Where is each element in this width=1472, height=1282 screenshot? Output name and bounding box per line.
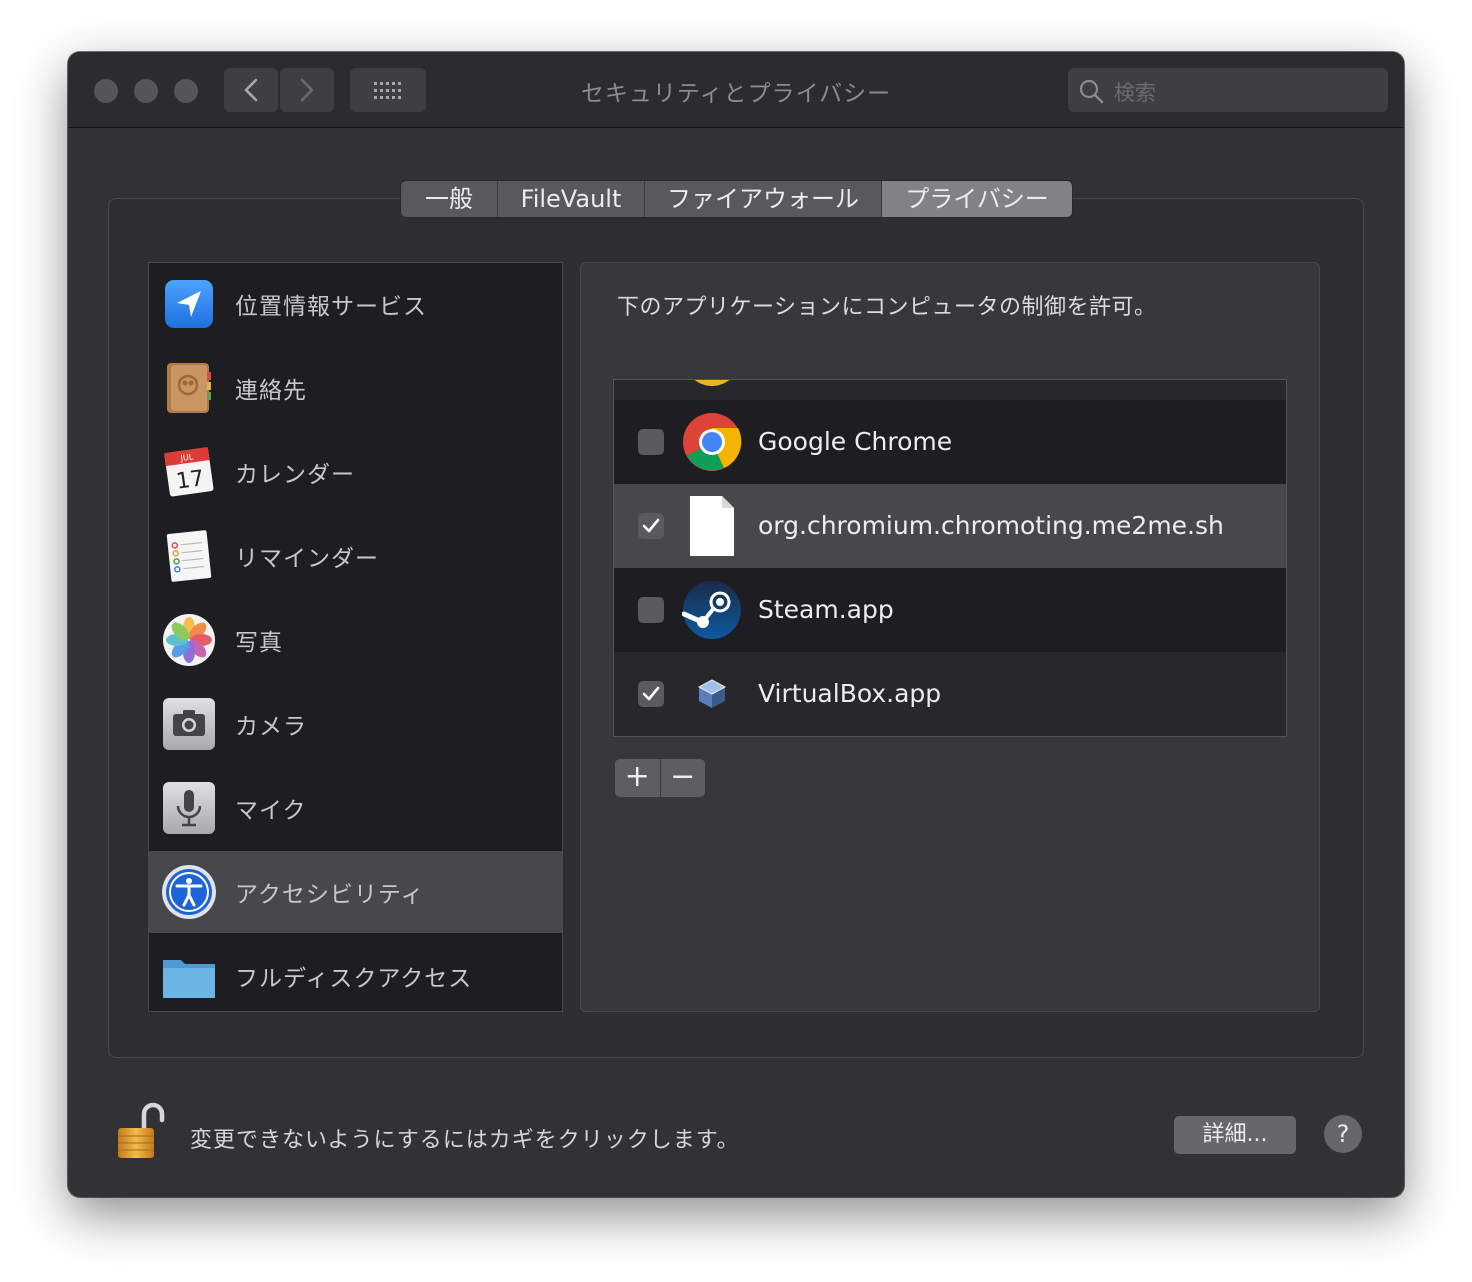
folder-icon <box>163 960 215 998</box>
photos-icon <box>163 614 215 666</box>
sidebar-item-reminders[interactable]: リマインダー <box>149 515 562 597</box>
sidebar-item-camera[interactable]: カメラ <box>149 683 562 765</box>
preferences-window: セキュリティとプライバシー 検索 一般 FileVault ファイアウォール プ… <box>68 52 1404 1197</box>
checkmark-icon <box>642 686 660 701</box>
privacy-category-list[interactable]: 位置情報サービス 連絡先 JUL 17 カレンダー リマインダー 写真 カメラ … <box>148 262 563 1012</box>
add-app-button[interactable]: + <box>615 759 661 797</box>
sidebar-item-accessibility[interactable]: アクセシビリティ <box>149 851 562 933</box>
help-button[interactable]: ? <box>1324 1115 1362 1153</box>
advanced-button[interactable]: 詳細... <box>1174 1116 1296 1154</box>
app-row-chromoting[interactable]: org.chromium.chromoting.me2me.sh <box>614 484 1286 568</box>
unlocked-padlock-icon[interactable] <box>108 1096 174 1162</box>
checkbox-chromoting[interactable] <box>638 513 664 539</box>
app-row-google-chrome[interactable]: Google Chrome <box>614 400 1286 484</box>
tab-filevault[interactable]: FileVault <box>498 181 645 217</box>
add-remove-control: + − <box>615 759 705 797</box>
checkbox-google-chrome[interactable] <box>638 429 664 455</box>
checkbox-virtualbox[interactable] <box>638 681 664 707</box>
calendar-day: 17 <box>175 466 206 495</box>
document-icon <box>690 496 734 556</box>
list-item-partial <box>614 380 1286 400</box>
lock-instruction-text: 変更できないようにするにはカギをクリックします。 <box>190 1128 740 1153</box>
app-icon-partial <box>694 380 730 386</box>
sidebar-item-photos[interactable]: 写真 <box>149 599 562 681</box>
tab-privacy[interactable]: プライバシー <box>882 181 1072 217</box>
calendar-icon: JUL 17 <box>164 447 214 497</box>
microphone-icon <box>163 782 215 834</box>
search-placeholder: 検索 <box>1114 81 1156 105</box>
reminders-icon <box>166 530 212 582</box>
camera-icon <box>163 698 215 750</box>
tab-bar: 一般 FileVault ファイアウォール プライバシー <box>400 180 1073 218</box>
sidebar-item-microphone[interactable]: マイク <box>149 767 562 849</box>
checkbox-steam[interactable] <box>638 597 664 623</box>
tab-firewall[interactable]: ファイアウォール <box>645 181 882 217</box>
search-field[interactable]: 検索 <box>1068 68 1388 112</box>
app-list[interactable]: Google Chrome org.chromium.chromoting.me… <box>613 379 1287 737</box>
accessibility-icon <box>162 865 216 919</box>
contacts-icon <box>167 363 211 413</box>
panel-instruction: 下のアプリケーションにコンピュータの制御を許可。 <box>617 295 1157 320</box>
tab-general[interactable]: 一般 <box>401 181 498 217</box>
app-row-steam[interactable]: Steam.app <box>614 568 1286 652</box>
sidebar-item-contacts[interactable]: 連絡先 <box>149 347 562 429</box>
location-icon <box>165 280 213 328</box>
accessibility-panel: 下のアプリケーションにコンピュータの制御を許可。 Google Chrome o… <box>580 262 1320 1012</box>
app-row-virtualbox[interactable]: VirtualBox.app <box>614 652 1286 736</box>
sidebar-item-calendar[interactable]: JUL 17 カレンダー <box>149 431 562 513</box>
steam-icon <box>682 581 741 639</box>
sidebar-item-location[interactable]: 位置情報サービス <box>149 263 562 345</box>
sidebar-item-full-disk-access[interactable]: フルディスクアクセス <box>149 935 562 1011</box>
virtualbox-icon <box>697 679 727 708</box>
remove-app-button[interactable]: − <box>661 759 706 797</box>
title-bar: セキュリティとプライバシー 検索 <box>68 52 1404 128</box>
chrome-icon <box>683 413 742 471</box>
checkmark-icon <box>642 518 660 533</box>
search-icon <box>1079 79 1104 104</box>
